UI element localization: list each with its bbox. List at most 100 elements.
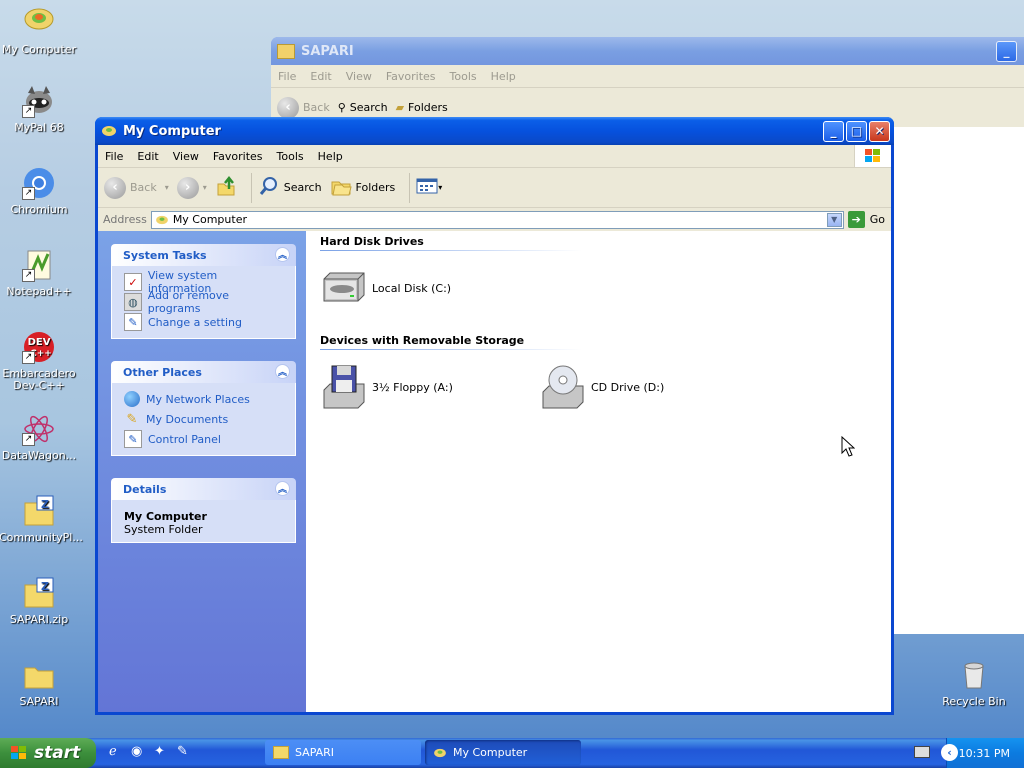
collapse-chevron-icon[interactable]: ︽ — [275, 481, 290, 496]
go-button[interactable]: ➔ Go — [847, 211, 885, 228]
menu-view[interactable]: View — [166, 150, 206, 163]
cd-drive-d[interactable]: CD Drive (D:) — [539, 364, 664, 410]
recycle-bin-icon — [957, 658, 991, 692]
taskbar-item-my-computer[interactable]: My Computer — [425, 740, 581, 765]
my-computer-titlebar[interactable]: My Computer _ □ ✕ — [95, 117, 894, 145]
maximize-button[interactable]: □ — [846, 120, 867, 142]
back-button[interactable]: ‹ Back — [277, 96, 330, 119]
control-panel-link[interactable]: ✎ Control Panel — [124, 429, 283, 449]
my-network-places-link[interactable]: My Network Places — [124, 389, 283, 409]
back-arrow-icon: ‹ — [104, 176, 126, 199]
task-pane: System Tasks ︽ ✓ View system information… — [98, 231, 306, 712]
notepad-plus-plus-icon: ↗ — [22, 248, 56, 282]
desktop-icon-notepad-plus-plus[interactable]: ↗ Notepad++ — [0, 248, 79, 298]
back-button[interactable]: ‹ Back ▾ — [104, 176, 169, 199]
floppy-drive-a[interactable]: 3½ Floppy (A:) — [320, 364, 453, 410]
desktop-icon-label: CommunityPl... — [0, 531, 83, 544]
clock[interactable]: 10:31 PM — [959, 747, 1010, 760]
menu-help[interactable]: Help — [311, 150, 350, 163]
menu-help[interactable]: Help — [484, 70, 523, 83]
folder-icon — [22, 658, 56, 692]
desktop-icon-label-line2: Dev-C++ — [13, 379, 65, 392]
drives-view: Hard Disk Drives Local Disk (C:) Devices… — [306, 231, 891, 712]
close-button[interactable]: ✕ — [869, 120, 890, 142]
forward-button[interactable]: › ▾ — [176, 176, 207, 199]
collapse-chevron-icon[interactable]: ︽ — [275, 364, 290, 379]
menu-edit[interactable]: Edit — [303, 70, 338, 83]
address-label: Address — [103, 213, 147, 226]
removable-storage-heading: Devices with Removable Storage — [320, 334, 525, 347]
chevron-down-icon: ▾ — [164, 183, 169, 192]
menu-favorites[interactable]: Favorites — [379, 70, 443, 83]
desktop-icon-label: DataWagon... — [1, 449, 77, 462]
internet-explorer-icon[interactable]: ℯ — [109, 744, 125, 760]
link-label: Change a setting — [148, 315, 242, 329]
address-dropdown-icon[interactable]: ▼ — [826, 212, 842, 227]
details-type: System Folder — [124, 523, 203, 536]
desktop-icon-datawagon[interactable]: ↗ DataWagon... — [0, 412, 79, 462]
menu-edit[interactable]: Edit — [130, 150, 165, 163]
desktop-icon-sapari-folder[interactable]: SAPARI — [0, 658, 79, 708]
desktop-icon-communityplus[interactable]: Z CommunityPl... — [0, 494, 83, 544]
views-button[interactable]: ▾ — [416, 177, 442, 198]
floppy-drive-icon — [320, 364, 368, 410]
local-disk-c[interactable]: Local Disk (C:) — [320, 265, 451, 311]
taskbar-item-label: My Computer — [453, 746, 528, 759]
address-bar: Address My Computer ▼ ➔ Go — [98, 208, 891, 232]
minimize-button[interactable]: _ — [823, 120, 844, 142]
toolbar: ‹ Back ▾ › ▾ Search Folders ▾ — [98, 168, 891, 208]
up-folder-button[interactable] — [215, 175, 237, 200]
system-tasks-pane: System Tasks ︽ ✓ View system information… — [111, 244, 296, 339]
folders-label: Folders — [355, 181, 396, 194]
svg-text:DEV: DEV — [28, 337, 51, 348]
add-remove-programs-link[interactable]: ◍ Add or remove programs — [124, 289, 283, 315]
notepad-quicklaunch-icon[interactable]: ✎ — [177, 744, 193, 760]
desktop-icon-chromium[interactable]: ↗ Chromium — [0, 166, 79, 216]
details-body: My Computer System Folder — [111, 500, 296, 543]
my-computer-window[interactable]: My Computer _ □ ✕ File Edit View Favorit… — [95, 117, 894, 715]
minimize-button[interactable]: _ — [996, 40, 1017, 62]
search-button[interactable]: Search — [258, 175, 322, 200]
desktop-icon-mypal[interactable]: ↗ MyPal 68 — [0, 84, 79, 134]
hard-disk-drives-heading: Hard Disk Drives — [320, 235, 424, 248]
search-button[interactable]: ⚲ Search — [338, 101, 388, 114]
address-field[interactable]: My Computer ▼ — [150, 210, 844, 229]
link-label: Control Panel — [148, 432, 221, 446]
details-header[interactable]: Details ︽ — [111, 478, 296, 500]
chromium-quicklaunch-icon[interactable]: ◉ — [131, 744, 147, 760]
start-button[interactable]: start — [0, 738, 96, 768]
folders-button[interactable]: Folders — [330, 175, 396, 200]
folder-icon — [273, 746, 289, 759]
desktop-icon-recycle-bin[interactable]: Recycle Bin — [934, 658, 1014, 708]
desktop-icon-label: Notepad++ — [6, 285, 72, 298]
svg-text:Z: Z — [41, 580, 49, 593]
link-label: My Documents — [146, 412, 229, 426]
add-remove-programs-icon: ◍ — [124, 293, 142, 311]
menu-file[interactable]: File — [98, 150, 130, 163]
my-computer-icon — [22, 6, 56, 40]
mypal-quicklaunch-icon[interactable]: ✦ — [154, 744, 170, 760]
dev-cpp-icon: DEV C++ ↗ — [22, 330, 56, 364]
system-tasks-body: ✓ View system information ◍ Add or remov… — [111, 266, 296, 339]
collapse-chevron-icon[interactable]: ︽ — [275, 247, 290, 262]
change-setting-link[interactable]: ✎ Change a setting — [124, 312, 283, 332]
menu-tools[interactable]: Tools — [270, 150, 311, 163]
desktop-icon-dev-cpp[interactable]: DEV C++ ↗ Embarcadero Dev-C++ — [0, 330, 79, 392]
windows-logo-icon — [854, 145, 891, 167]
sapari-titlebar[interactable]: SAPARI _ — [271, 37, 1024, 65]
my-documents-link[interactable]: ✎ My Documents — [124, 409, 283, 429]
menu-favorites[interactable]: Favorites — [206, 150, 270, 163]
keyboard-icon[interactable] — [914, 746, 930, 758]
taskbar-item-sapari[interactable]: SAPARI — [265, 740, 421, 765]
shortcut-arrow-icon: ↗ — [22, 269, 35, 282]
menu-view[interactable]: View — [339, 70, 379, 83]
folders-button[interactable]: ▰ Folders — [396, 101, 448, 114]
menu-tools[interactable]: Tools — [443, 70, 484, 83]
menu-file[interactable]: File — [271, 70, 303, 83]
tray-expand-chevron-icon[interactable]: ‹ — [941, 744, 958, 761]
other-places-header[interactable]: Other Places ︽ — [111, 361, 296, 383]
desktop-icon-sapari-zip[interactable]: Z SAPARI.zip — [0, 576, 79, 626]
system-tasks-header[interactable]: System Tasks ︽ — [111, 244, 296, 266]
search-icon — [258, 175, 280, 200]
desktop-icon-my-computer[interactable]: My Computer — [0, 6, 79, 56]
